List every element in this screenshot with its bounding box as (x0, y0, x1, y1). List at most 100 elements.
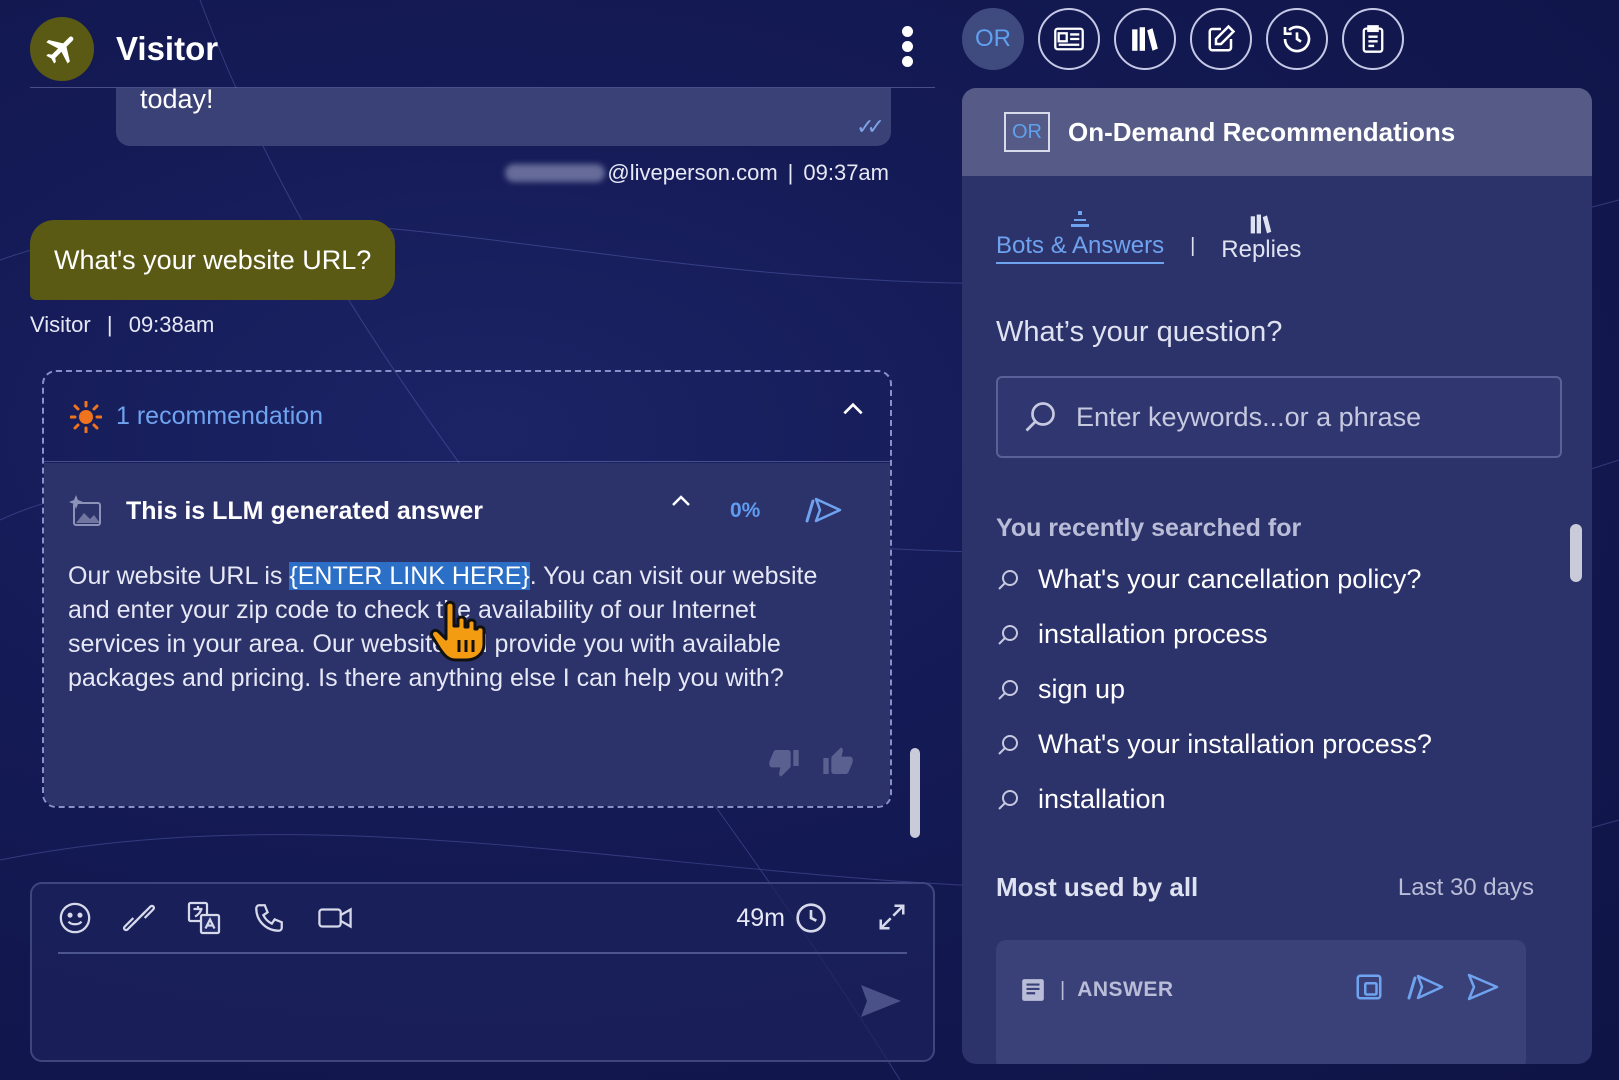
or-badge-label: OR (1012, 120, 1042, 143)
llm-answer-title: This is LLM generated answer (126, 496, 484, 525)
visitor-message-text: What's your website URL? (54, 244, 372, 275)
insert-to-composer-icon[interactable] (1406, 972, 1444, 1002)
visitor-message-time: 09:38am (128, 312, 215, 337)
recommendation-header[interactable]: 1 recommendation (44, 372, 890, 462)
llm-answer-header: This is LLM generated answer 0% (68, 463, 866, 559)
translate-icon[interactable] (186, 900, 222, 936)
visitor-info-icon[interactable] (1038, 8, 1100, 70)
recent-search-item[interactable]: installation process (996, 607, 1432, 662)
conversation-timer: 49m (736, 902, 827, 934)
library-icon (1251, 214, 1272, 234)
recent-search-text: sign up (1038, 674, 1126, 704)
visitor-message-meta: Visitor | 09:38am (30, 312, 214, 338)
sun-icon (70, 400, 102, 433)
or-label: OR (975, 25, 1011, 52)
chat-header: Visitor (30, 10, 935, 88)
bots-answers-icon (1071, 211, 1090, 227)
tab-label: Bots & Answers (996, 232, 1165, 264)
answer-actions (1354, 972, 1500, 1002)
search-icon (998, 569, 1018, 590)
agent-message-text: today! (140, 84, 214, 114)
article-icon (1022, 979, 1044, 1001)
chevron-up-icon[interactable] (669, 489, 693, 520)
composer-toolbar: 49m (58, 884, 907, 954)
search-icon (998, 734, 1018, 755)
answer-type-label: ANSWER (1077, 978, 1174, 1001)
message-composer: 49m (30, 882, 935, 1062)
recent-search-item[interactable]: What's your cancellation policy? (996, 552, 1432, 607)
agent-message-bubble: today! ✓✓ (116, 84, 891, 146)
visitor-message-bubble: What's your website URL? (30, 220, 396, 300)
more-options-icon[interactable] (897, 24, 917, 70)
recent-searches-list: What's your cancellation policy? install… (996, 552, 1432, 827)
search-icon (998, 789, 1018, 810)
search-input[interactable] (1076, 401, 1546, 433)
search-icon (998, 624, 1018, 645)
recent-search-text: installation process (1038, 619, 1268, 649)
chevron-up-icon[interactable] (840, 396, 866, 429)
copy-icon[interactable] (1354, 972, 1384, 1002)
timer-value: 49m (736, 903, 785, 932)
panel-header: OR On-Demand Recommendations (962, 88, 1592, 176)
panel-tabs: Bots & Answers | Replies (996, 208, 1301, 264)
tab-replies[interactable]: Replies (1221, 212, 1301, 264)
search-icon (998, 679, 1018, 700)
on-demand-recommendations-tab[interactable]: OR (962, 8, 1024, 70)
answer-card[interactable]: | ANSWER (996, 940, 1526, 1064)
recent-searches-title: You recently searched for (996, 514, 1302, 542)
thumbs-up-icon[interactable] (822, 746, 854, 778)
feedback-buttons (768, 746, 854, 778)
panel-title: On-Demand Recommendations (1068, 116, 1456, 147)
ai-sparkle-image-icon (69, 495, 101, 526)
history-icon[interactable] (1266, 8, 1328, 70)
visitor-name: Visitor (116, 29, 219, 67)
question-label: What’s your question? (996, 316, 1283, 348)
expand-icon[interactable] (877, 902, 907, 937)
send-icon[interactable] (859, 983, 903, 1024)
meta-separator: | (787, 160, 794, 185)
recommendations-panel: OR On-Demand Recommendations Bots & Answ… (962, 88, 1592, 1064)
agent-email-suffix: @liveperson.com (607, 160, 778, 185)
recommendation-card: 1 recommendation This is LLM generated a… (42, 370, 892, 808)
read-receipt-icon: ✓✓ (856, 114, 885, 139)
emoji-icon[interactable] (58, 901, 92, 935)
phone-icon[interactable] (252, 901, 286, 935)
notes-edit-icon[interactable] (1190, 8, 1252, 70)
clipboard-icon[interactable] (1342, 8, 1404, 70)
widget-toolbar: OR (962, 8, 1404, 70)
video-call-icon[interactable] (316, 901, 354, 935)
send-icon[interactable] (1466, 972, 1500, 1002)
airplane-icon (46, 36, 74, 64)
period-label: Last 30 days (1397, 874, 1534, 901)
recent-search-item[interactable]: sign up (996, 662, 1432, 717)
link-placeholder[interactable]: {ENTER LINK HERE} (289, 562, 530, 590)
clock-icon (796, 903, 826, 933)
tab-label: Replies (1221, 236, 1302, 263)
answer-separator: | (1060, 978, 1066, 1001)
tab-bots-answers[interactable]: Bots & Answers (996, 208, 1165, 264)
library-icon[interactable] (1114, 8, 1176, 70)
confidence-score: 0% (730, 499, 761, 522)
or-badge: OR (1004, 112, 1050, 152)
recent-search-text: installation (1038, 784, 1166, 814)
llm-text-before: Our website URL is (68, 562, 290, 590)
redacted-email (505, 164, 606, 182)
panel-scrollbar[interactable] (1570, 524, 1582, 582)
agent-message-time: 09:37am (803, 160, 889, 185)
thumbs-down-icon[interactable] (768, 746, 800, 778)
hand-cursor-icon (430, 600, 486, 662)
recent-search-item[interactable]: installation (996, 772, 1432, 827)
visitor-label: Visitor (30, 312, 91, 337)
attachment-link-icon[interactable] (122, 901, 156, 935)
recent-search-text: What's your installation process? (1038, 729, 1432, 759)
recent-search-item[interactable]: What's your installation process? (996, 717, 1432, 772)
chat-scrollbar[interactable] (910, 748, 920, 838)
insert-to-composer-icon[interactable] (804, 495, 842, 530)
meta-separator: | (106, 312, 113, 337)
search-icon (1025, 402, 1055, 432)
most-used-title: Most used by all (996, 872, 1199, 902)
search-box[interactable] (996, 376, 1562, 458)
agent-message-meta: @liveperson.com | 09:37am (505, 160, 889, 186)
visitor-avatar (30, 16, 94, 81)
tab-separator: | (1190, 235, 1196, 257)
